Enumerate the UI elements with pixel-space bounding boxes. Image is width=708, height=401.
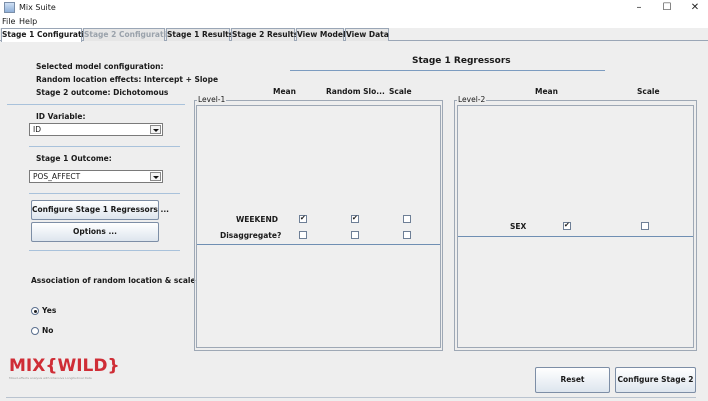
tab-view-data[interactable]: View Data xyxy=(345,28,389,41)
close-button[interactable]: ✕ xyxy=(684,1,706,15)
level2-header-scale: Scale xyxy=(637,87,660,96)
weekend-scale-checkbox[interactable] xyxy=(403,215,411,223)
level2-header-mean: Mean xyxy=(535,87,558,96)
reset-button[interactable]: Reset xyxy=(535,367,610,393)
configure-stage1-regressors-button[interactable]: Configure Stage 1 Regressors ... xyxy=(31,200,169,220)
regressor-name-disaggregate: Disaggregate? xyxy=(220,231,282,240)
separator xyxy=(29,250,180,251)
chevron-down-icon[interactable] xyxy=(150,172,161,181)
level1-list xyxy=(196,105,441,348)
disaggregate-mean-checkbox[interactable] xyxy=(299,231,307,239)
mixwild-logo: MIX{WILD} xyxy=(9,356,120,376)
row-separator xyxy=(458,236,693,237)
sex-scale-checkbox[interactable] xyxy=(641,222,649,230)
maximize-button[interactable]: ☐ xyxy=(656,1,678,15)
minimize-button[interactable]: – xyxy=(628,1,650,15)
window-title: Mix Suite xyxy=(19,3,56,12)
stage1-outcome-label: Stage 1 Outcome: xyxy=(36,154,112,163)
stage2-outcome-label: Stage 2 outcome: Dichotomous xyxy=(36,88,169,97)
level2-panel-title: Level-2 xyxy=(457,95,487,104)
row-separator xyxy=(197,244,440,245)
no-radio-label: No xyxy=(42,326,54,335)
level1-header-scale: Scale xyxy=(389,87,412,96)
tab-stage1-configuration[interactable]: Stage 1 Configuration xyxy=(1,28,95,42)
menu-bar xyxy=(0,16,708,28)
disaggregate-scale-checkbox[interactable] xyxy=(403,231,411,239)
bottom-separator xyxy=(6,397,696,398)
level2-list xyxy=(457,105,694,348)
selected-model-label: Selected model configuration: xyxy=(36,62,164,71)
yes-radio-label: Yes xyxy=(42,306,57,315)
yes-radio[interactable] xyxy=(31,307,39,315)
level1-header-mean: Mean xyxy=(273,87,296,96)
id-variable-combo[interactable]: ID xyxy=(29,123,163,136)
tab-view-model[interactable]: View Model xyxy=(296,28,346,41)
chevron-down-icon[interactable] xyxy=(150,125,161,134)
level1-panel-title: Level-1 xyxy=(197,95,227,104)
id-variable-label: ID Variable: xyxy=(36,112,86,121)
sex-mean-checkbox[interactable] xyxy=(563,221,571,230)
separator xyxy=(7,104,185,105)
regressor-name-weekend: WEEKEND xyxy=(236,215,278,224)
random-effects-label: Random location effects: Intercept + Slo… xyxy=(36,75,219,84)
configure-stage2-button[interactable]: Configure Stage 2 xyxy=(615,367,696,393)
tab-stage1-results[interactable]: Stage 1 Results xyxy=(166,28,233,41)
tab-stage2-results[interactable]: Stage 2 Results xyxy=(231,28,298,41)
association-question: Association of random location & scale? xyxy=(31,276,200,285)
id-variable-value: ID xyxy=(33,125,41,134)
regressor-name-sex: SEX xyxy=(510,222,527,231)
logo-tagline: Mixed-effects analysis with Intensive Lo… xyxy=(9,376,92,380)
tab-stage2-configuration[interactable]: Stage 2 Configuration xyxy=(83,28,177,41)
menu-file[interactable]: File xyxy=(2,16,15,28)
app-icon xyxy=(4,2,15,13)
separator xyxy=(29,146,180,147)
no-radio[interactable] xyxy=(31,327,39,335)
level1-header-random-slope: Random Slo... xyxy=(326,87,385,96)
separator xyxy=(29,193,180,194)
menu-help[interactable]: Help xyxy=(19,16,37,28)
title-underline xyxy=(290,70,605,71)
title-bar xyxy=(0,0,708,16)
weekend-random-slope-checkbox[interactable] xyxy=(351,214,359,223)
disaggregate-random-slope-checkbox[interactable] xyxy=(351,231,359,239)
weekend-mean-checkbox[interactable] xyxy=(299,214,307,223)
options-button[interactable]: Options ... xyxy=(31,222,159,242)
regressors-title: Stage 1 Regressors xyxy=(412,56,511,66)
stage1-outcome-value: POS_AFFECT xyxy=(33,172,81,181)
stage1-outcome-combo[interactable]: POS_AFFECT xyxy=(29,170,163,183)
